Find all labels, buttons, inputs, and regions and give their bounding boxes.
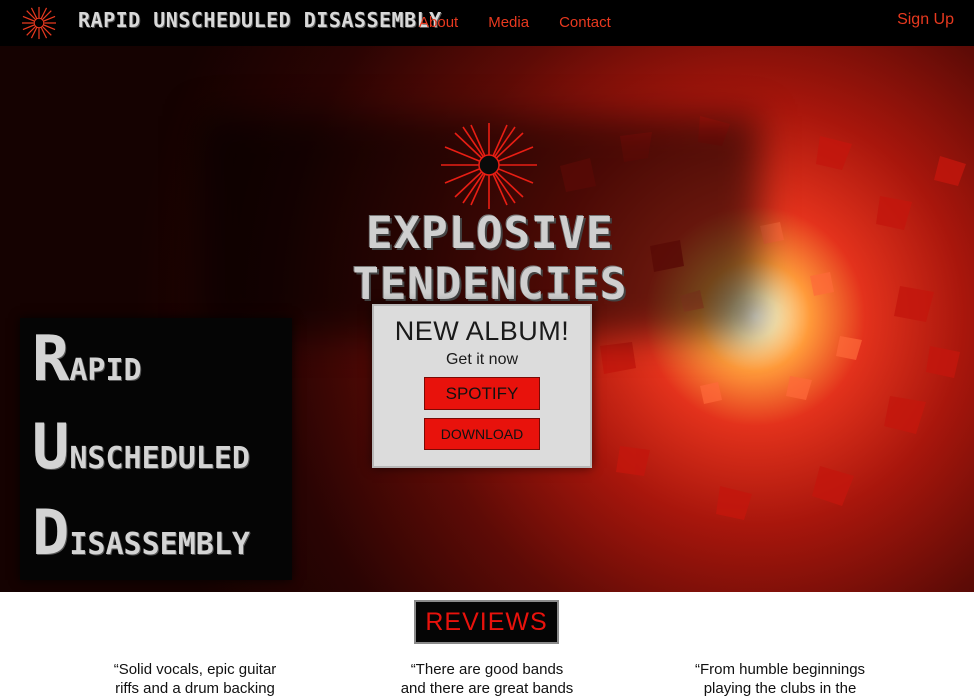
band-logo-initial: R [32,322,70,395]
nav-link-contact[interactable]: Contact [559,14,611,31]
review-quote-2: “There are good bands and there are grea… [387,660,587,698]
starburst-logo-icon[interactable] [20,6,58,40]
band-logo-initial: U [32,410,70,483]
nav-links: About Media Contact [419,14,641,31]
download-button[interactable]: DOWNLOAD [424,418,540,450]
band-logo-line-3: DISASSEMBLY [32,496,250,569]
nav-link-media[interactable]: Media [488,14,529,31]
band-logo-box: RAPID UNSCHEDULED DISASSEMBLY [20,318,292,580]
band-logo-line-1: RAPID [32,322,142,395]
new-album-card: NEW ALBUM! Get it now SPOTIFY DOWNLOAD [372,304,592,468]
hero-banner: EXPLOSIVE TENDENCIES NEW ALBUM! Get it n… [0,46,974,592]
reviews-heading: REVIEWS [414,600,559,644]
band-logo-word: ISASSEMBLY [69,527,250,562]
review-quote-3: “From humble beginnings playing the club… [680,660,880,698]
review-line: “From humble beginnings [694,661,866,678]
review-line: “There are good bands [410,661,564,678]
band-logo-initial: D [32,496,70,569]
spotify-button[interactable]: SPOTIFY [424,377,540,410]
review-quote-1: “Solid vocals, epic guitar riffs and a d… [95,660,295,698]
sign-up-link[interactable]: Sign Up [897,11,954,29]
album-heading: NEW ALBUM! [394,316,570,346]
album-subheading: Get it now [445,351,519,368]
review-line: playing the clubs in the [703,680,857,697]
starburst-icon [441,123,537,209]
top-navbar: RAPID UNSCHEDULED DISASSEMBLY About Medi… [0,0,974,46]
hero-title: EXPLOSIVE TENDENCIES [352,208,628,310]
brand-title[interactable]: RAPID UNSCHEDULED DISASSEMBLY [78,8,442,32]
band-logo-line-2: UNSCHEDULED [32,410,250,483]
review-line: “Solid vocals, epic guitar [113,661,277,678]
review-line: and there are great bands [400,680,574,697]
review-line: riffs and a drum backing [115,680,275,697]
band-logo-word: APID [69,353,142,388]
nav-link-about[interactable]: About [419,14,458,31]
band-logo-word: NSCHEDULED [69,441,250,476]
